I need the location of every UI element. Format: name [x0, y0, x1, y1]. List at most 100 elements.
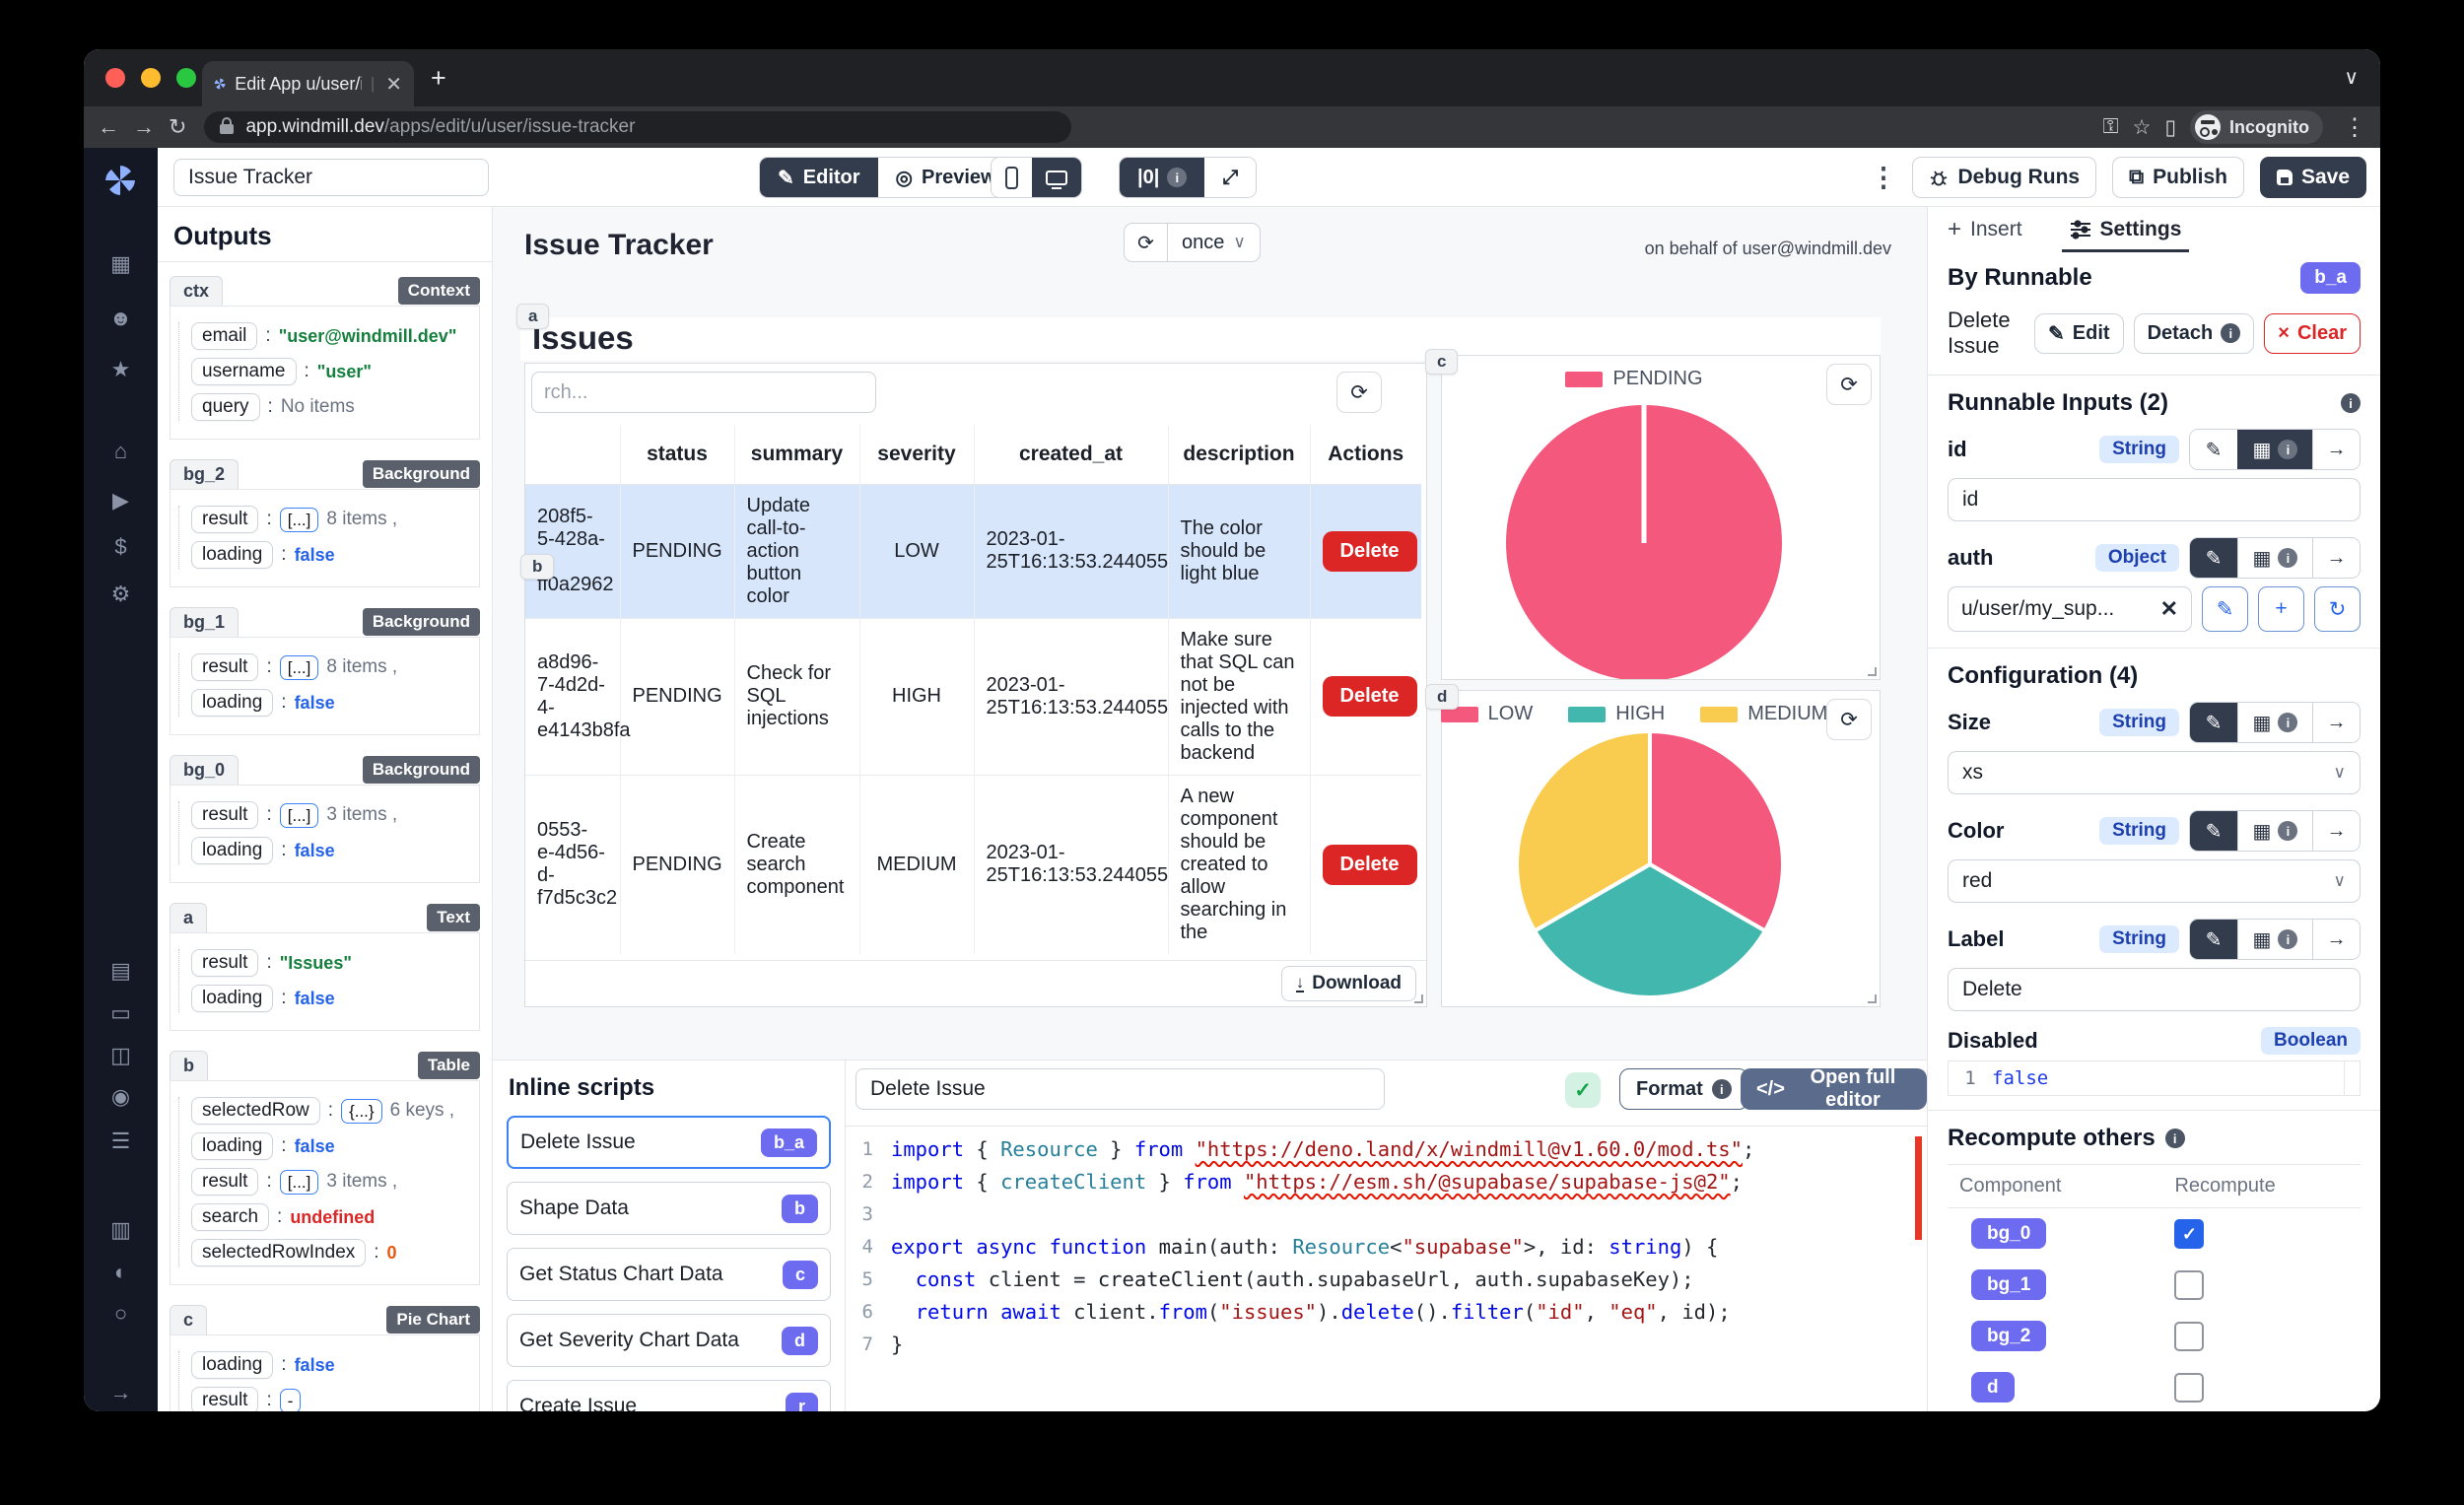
bookmark-star-icon[interactable]: ☆	[2133, 115, 2152, 140]
inline-script-item[interactable]: Get Severity Chart Datad	[507, 1314, 831, 1367]
static-mode-button[interactable]: ✎	[2190, 811, 2237, 851]
maximize-window-button[interactable]	[176, 68, 196, 88]
more-options-kebab-icon[interactable]: ⋮	[1870, 163, 1896, 193]
eval-mode-button[interactable]: →	[2312, 430, 2360, 469]
eval-mode-button[interactable]: →	[2312, 811, 2360, 851]
output-row[interactable]: result:[...]3 items ,	[191, 1168, 475, 1196]
output-card-id[interactable]: b	[170, 1051, 208, 1080]
collapsed-value-chip[interactable]: [...]	[280, 1170, 319, 1195]
discord-icon[interactable]: ◐	[84, 1260, 158, 1285]
color-select[interactable]: red∨	[1948, 859, 2361, 903]
edit-resource-button[interactable]: ✎	[2202, 586, 2248, 632]
inline-script-item[interactable]: Create Issuer	[507, 1380, 831, 1411]
canvas-refresh-icon[interactable]: ⟳	[1125, 224, 1168, 261]
eval-mode-button[interactable]: →	[2312, 538, 2360, 578]
password-key-icon[interactable]: ⚿	[2103, 115, 2119, 139]
tab-insert[interactable]: +Insert	[1948, 207, 2022, 252]
table-row[interactable]: 0553- e-4d56- d- f7d5c3c2PENDINGCreate s…	[525, 775, 1421, 954]
collapsed-value-chip[interactable]: [...]	[280, 508, 319, 532]
component-chip-a[interactable]: a	[516, 304, 549, 329]
connect-mode-button[interactable]: ▦i	[2237, 811, 2312, 851]
browser-menu-kebab-icon[interactable]: ⋮	[2343, 113, 2366, 142]
address-field[interactable]: app.windmill.dev/apps/edit/u/user/issue-…	[204, 111, 1071, 143]
resize-handle[interactable]	[1414, 994, 1423, 1003]
delete-button[interactable]: Delete	[1323, 676, 1417, 717]
download-button[interactable]: ↓Download	[1281, 966, 1416, 1001]
recompute-checkbox[interactable]	[2174, 1322, 2204, 1351]
table-row[interactable]: 208f5- 5-428a- - ff0a2962PENDINGUpdate c…	[525, 484, 1421, 618]
component-chip[interactable]: bg_0	[1971, 1218, 2046, 1249]
variables-dollar-icon[interactable]: $	[84, 534, 158, 560]
fullscreen-button[interactable]: ⤢	[1204, 158, 1256, 197]
table-refresh-icon[interactable]: ⟳	[1336, 372, 1382, 413]
debug-runs-button[interactable]: Debug Runs	[1912, 157, 2096, 198]
new-tab-button[interactable]: +	[431, 65, 446, 92]
mobile-view-button[interactable]	[992, 158, 1032, 197]
output-row[interactable]: email:"user@windmill.dev"	[191, 322, 475, 350]
eval-mode-button[interactable]: →	[2312, 920, 2360, 959]
connect-mode-button[interactable]: ▦i	[2237, 430, 2312, 469]
tab-close-icon[interactable]: ✕	[385, 72, 402, 97]
component-chip[interactable]: d	[1971, 1372, 2015, 1402]
recompute-checkbox[interactable]	[2174, 1270, 2204, 1300]
home-icon[interactable]: ⌂	[84, 439, 158, 464]
resize-handle[interactable]	[1868, 994, 1877, 1003]
script-name-input[interactable]	[856, 1068, 1385, 1110]
output-card-id[interactable]: c	[170, 1305, 207, 1334]
diff-button[interactable]: |0|i	[1120, 158, 1204, 197]
inline-script-item[interactable]: Get Status Chart Datac	[507, 1248, 831, 1301]
output-card-id[interactable]: ctx	[170, 276, 223, 306]
output-row[interactable]: search:undefined	[191, 1203, 475, 1231]
eval-mode-button[interactable]: →	[2312, 703, 2360, 742]
recompute-checkbox[interactable]	[2174, 1373, 2204, 1402]
schedules-calendar-icon[interactable]: ▤	[84, 958, 158, 984]
tab-settings[interactable]: Settings	[2070, 207, 2182, 252]
component-chip[interactable]: bg_2	[1971, 1321, 2046, 1351]
static-mode-button[interactable]: ✎	[2190, 538, 2237, 578]
resource-picker-field[interactable]: u/user/my_sup...✕	[1948, 586, 2192, 632]
forward-icon[interactable]: →	[133, 114, 155, 140]
back-icon[interactable]: ←	[98, 114, 119, 140]
incognito-badge[interactable]: Incognito	[2190, 110, 2323, 144]
workers-list-icon[interactable]: ☰	[84, 1129, 158, 1154]
app-name-input[interactable]	[173, 159, 489, 196]
expand-arrow-icon[interactable]: →	[84, 1380, 158, 1405]
reload-icon[interactable]: ↻	[169, 114, 186, 140]
output-card-id[interactable]: bg_2	[170, 459, 239, 489]
component-chip-c[interactable]: c	[1425, 349, 1458, 375]
minimize-window-button[interactable]	[141, 68, 161, 88]
output-row[interactable]: loading:false	[191, 541, 475, 569]
connect-mode-button[interactable]: ▦i	[2237, 703, 2312, 742]
static-mode-button[interactable]: ✎	[2190, 920, 2237, 959]
lock-icon[interactable]	[220, 124, 234, 134]
disabled-code-editor[interactable]: 1 false	[1948, 1060, 2361, 1096]
output-row[interactable]: result:[...]3 items ,	[191, 801, 475, 829]
folders-icon[interactable]: ▭	[84, 1000, 158, 1026]
collapsed-value-chip[interactable]: -	[280, 1389, 302, 1412]
output-row[interactable]: loading:false	[191, 689, 475, 717]
output-row[interactable]: username:"user"	[191, 358, 475, 385]
connect-mode-button[interactable]: ▦i	[2237, 920, 2312, 959]
table-search-input[interactable]	[531, 372, 876, 413]
component-chip[interactable]: bg_1	[1971, 1269, 2046, 1300]
user-icon[interactable]: ☻	[84, 306, 158, 331]
table-component-b[interactable]: ⟳ statussummaryseveritycreated_atdescrip…	[524, 363, 1427, 1007]
clear-x-icon[interactable]: ✕	[2160, 596, 2178, 622]
pie-chart-component-d[interactable]: LOWHIGHMEDIUM ⟳	[1441, 690, 1881, 1007]
save-button[interactable]: Save	[2260, 157, 2366, 198]
output-card-id[interactable]: bg_1	[170, 607, 239, 637]
static-mode-button[interactable]: ✎	[2190, 430, 2237, 469]
size-select[interactable]: xs∨	[1948, 751, 2361, 794]
refresh-mode-dropdown[interactable]: once∨	[1168, 224, 1260, 261]
output-row[interactable]: loading:false	[191, 837, 475, 864]
side-panel-icon[interactable]: ▯	[2164, 115, 2176, 140]
output-card-id[interactable]: bg_0	[170, 755, 239, 785]
favorites-star-icon[interactable]: ★	[84, 357, 158, 382]
editor-tab[interactable]: ✎Editor	[760, 158, 878, 197]
collapsed-value-chip[interactable]: {...}	[341, 1099, 382, 1124]
delete-button[interactable]: Delete	[1323, 845, 1417, 885]
groups-icon[interactable]: ◫	[84, 1043, 158, 1068]
output-row[interactable]: loading:false	[191, 1351, 475, 1379]
output-row[interactable]: result:[...]8 items ,	[191, 653, 475, 681]
browser-tab[interactable]: Edit App u/user/issue-tracker | ✕	[202, 61, 414, 106]
